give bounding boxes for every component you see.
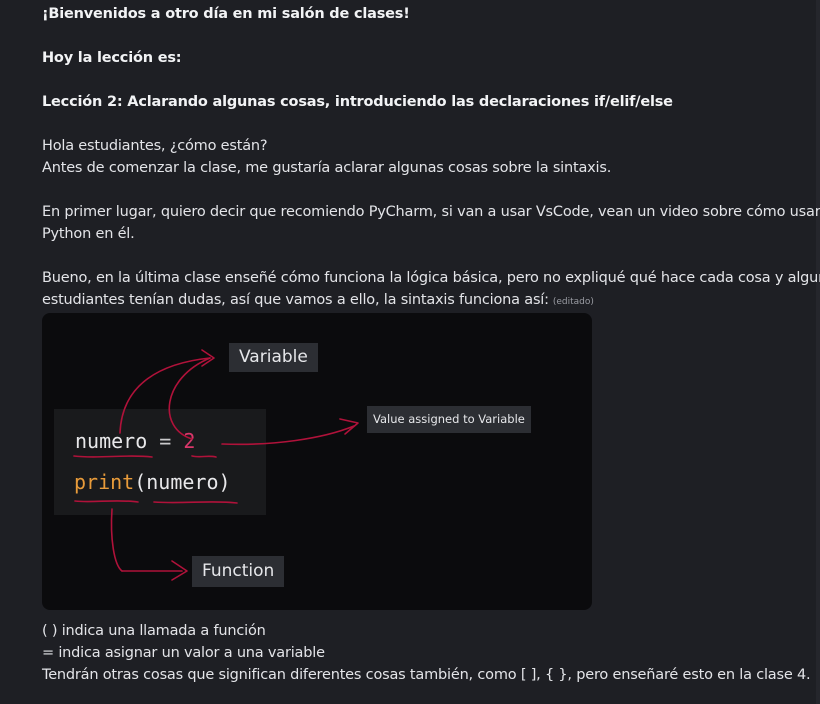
paragraph-syntax-text: estudiantes tenían dudas, así que vamos … [42, 292, 549, 308]
paragraph-intro: Antes de comenzar la clase, me gustaría … [42, 160, 612, 176]
arrow-variable-stem [119, 357, 211, 434]
scrollbar-track[interactable] [816, 0, 820, 704]
paragraph-syntax-line2: estudiantes tenían dudas, así que vamos … [42, 289, 594, 313]
paragraph-greeting: Hola estudiantes, ¿cómo están? [42, 138, 268, 154]
message-subheading: Hoy la lección es: [42, 50, 182, 66]
underline-number [191, 455, 217, 458]
footer-brackets-note: Tendrán otras cosas que significan difer… [42, 667, 811, 683]
message-heading: ¡Bienvenidos a otro día en mi salón de c… [42, 6, 410, 22]
underline-args [153, 501, 238, 504]
paragraph-ide-line2: Python en él. [42, 226, 135, 242]
edited-tag: (editado) [552, 297, 594, 307]
footer-parentheses-note: ( ) indica una llamada a función [42, 623, 266, 639]
arrow-value-line [221, 425, 355, 446]
underline-variable [73, 455, 153, 458]
lesson-title: Lección 2: Aclarando algunas cosas, intr… [42, 94, 673, 110]
syntax-diagram-image[interactable]: numero = 2 print(numero) Variable Value … [42, 313, 592, 610]
paragraph-syntax-line1: Bueno, en la última clase enseñé cómo fu… [42, 270, 820, 286]
arrow-variable-loop [168, 357, 211, 440]
footer-equals-note: = indica asignar un valor a una variable [42, 645, 325, 661]
underline-print [74, 500, 139, 503]
arrow-function-stem [110, 508, 123, 572]
paragraph-ide-line1: En primer lugar, quiero decir que recomi… [42, 204, 820, 220]
chat-message: ¡Bienvenidos a otro día en mi salón de c… [0, 0, 820, 704]
arrow-value-head [339, 418, 359, 435]
annotation-arrows [73, 349, 359, 581]
